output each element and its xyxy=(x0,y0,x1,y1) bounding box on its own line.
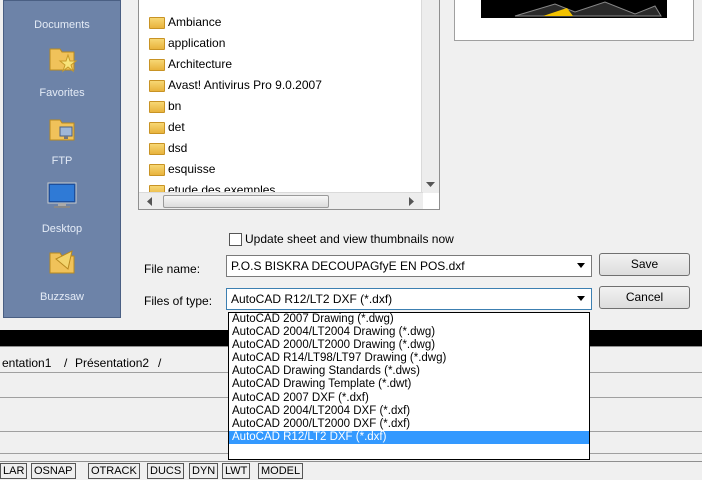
tab-separator: / xyxy=(64,356,68,370)
list-item[interactable]: Architecture xyxy=(149,54,232,74)
file-name: Avast! Antivirus Pro 9.0.2007 xyxy=(168,78,322,92)
tab-presentation2[interactable]: Présentation2 xyxy=(75,356,149,370)
file-type-option[interactable]: AutoCAD 2007 DXF (*.dxf) xyxy=(229,392,589,405)
scroll-left-icon[interactable] xyxy=(147,197,153,206)
folder-icon xyxy=(149,121,165,134)
folder-icon xyxy=(149,79,165,92)
file-type-option-selected[interactable]: AutoCAD R12/LT2 DXF (*.dxf) xyxy=(229,430,589,444)
list-item[interactable]: det xyxy=(149,117,185,137)
place-desktop[interactable]: Desktop xyxy=(4,223,120,235)
status-polar-button[interactable]: LAR xyxy=(0,463,28,479)
place-label: FTP xyxy=(51,155,73,167)
file-type-option[interactable]: AutoCAD 2000/LT2000 DXF (*.dxf) xyxy=(229,418,589,431)
favorites-icon[interactable] xyxy=(46,43,78,75)
save-button[interactable]: Save xyxy=(599,253,690,276)
place-label: Desktop xyxy=(41,223,83,235)
file-name: Ambiance xyxy=(168,15,222,29)
place-favorites[interactable]: Favorites xyxy=(4,87,120,99)
file-type-option[interactable]: AutoCAD 2004/LT2004 DXF (*.dxf) xyxy=(229,405,589,418)
file-list[interactable]: Ambiance application Architecture Avast!… xyxy=(138,0,440,210)
update-thumbnails-checkbox[interactable] xyxy=(229,233,242,246)
tab-separator: / xyxy=(158,356,162,370)
scroll-right-icon[interactable] xyxy=(409,197,415,206)
list-item[interactable]: Ambiance xyxy=(149,12,221,32)
place-label: Favorites xyxy=(39,87,85,99)
place-label: Buzzsaw xyxy=(39,291,85,303)
place-documents[interactable]: Documents xyxy=(4,19,120,31)
chevron-down-icon[interactable] xyxy=(577,296,585,301)
status-lwt-button[interactable]: LWT xyxy=(222,463,251,479)
file-name: dsd xyxy=(168,141,188,155)
buzzsaw-icon[interactable] xyxy=(46,245,78,277)
list-item[interactable]: application xyxy=(149,33,225,53)
files-of-type-select[interactable]: AutoCAD R12/LT2 DXF (*.dxf) xyxy=(226,288,592,310)
files-of-type-label: Files of type: xyxy=(144,294,213,308)
file-type-option[interactable]: AutoCAD 2000/LT2000 Drawing (*.dwg) xyxy=(229,339,589,352)
file-type-option[interactable]: AutoCAD 2004/LT2004 Drawing (*.dwg) xyxy=(229,326,589,339)
update-thumbnails-label: Update sheet and view thumbnails now xyxy=(245,232,454,246)
file-name: bn xyxy=(168,99,182,113)
place-ftp[interactable]: FTP xyxy=(4,155,120,167)
files-of-type-dropdown[interactable]: AutoCAD 2007 Drawing (*.dwg) AutoCAD 200… xyxy=(228,312,590,460)
list-item[interactable]: bn xyxy=(149,96,181,116)
list-item[interactable]: esquisse xyxy=(149,159,215,179)
file-name: esquisse xyxy=(168,162,216,176)
status-otrack-button[interactable]: OTRACK xyxy=(88,463,140,479)
folder-icon xyxy=(149,16,165,29)
file-name: Architecture xyxy=(168,57,233,71)
file-name-input[interactable]: P.O.S BISKRA DECOUPAGfyE EN POS.dxf xyxy=(226,255,592,277)
file-type-option[interactable]: AutoCAD Drawing Standards (*.dws) xyxy=(229,365,589,378)
preview-pane xyxy=(454,0,694,41)
file-type-option[interactable]: AutoCAD 2007 Drawing (*.dwg) xyxy=(229,313,589,326)
file-type-option[interactable]: AutoCAD Drawing Template (*.dwt) xyxy=(229,378,589,391)
folder-icon xyxy=(149,100,165,113)
scroll-thumb[interactable] xyxy=(163,195,329,208)
place-buzzsaw[interactable]: Buzzsaw xyxy=(4,291,120,303)
tab-presentation1[interactable]: entation1 xyxy=(2,356,51,370)
status-osnap-button[interactable]: OSNAP xyxy=(31,463,76,479)
list-item[interactable]: Avast! Antivirus Pro 9.0.2007 xyxy=(149,75,322,95)
status-dyn-button[interactable]: DYN xyxy=(189,463,219,479)
list-item[interactable]: dsd xyxy=(149,138,187,158)
scroll-down-icon[interactable] xyxy=(426,182,435,188)
file-type-option[interactable]: AutoCAD R14/LT98/LT97 Drawing (*.dwg) xyxy=(229,352,589,365)
status-bar: LAR OSNAP OTRACK DUCS DYN LWT MODEL xyxy=(0,461,702,480)
folder-icon xyxy=(149,163,165,176)
folder-icon xyxy=(149,58,165,71)
places-bar: Documents Favorites FTP Desktop Buzzsaw xyxy=(3,0,121,318)
file-name: application xyxy=(168,36,226,50)
files-of-type-value: AutoCAD R12/LT2 DXF (*.dxf) xyxy=(231,292,393,306)
cancel-button[interactable]: Cancel xyxy=(599,286,690,309)
file-name-label: File name: xyxy=(144,262,201,276)
chevron-down-icon[interactable] xyxy=(577,263,585,268)
save-drawing-dialog: Documents Favorites FTP Desktop Buzzsaw … xyxy=(0,0,702,330)
vertical-scrollbar[interactable] xyxy=(421,0,439,193)
folder-icon xyxy=(149,37,165,50)
ftp-icon[interactable] xyxy=(46,112,78,144)
folder-icon xyxy=(149,142,165,155)
status-model-button[interactable]: MODEL xyxy=(258,463,304,479)
file-name-value: P.O.S BISKRA DECOUPAGfyE EN POS.dxf xyxy=(231,259,465,273)
desktop-icon[interactable] xyxy=(46,179,78,211)
status-ducs-button[interactable]: DUCS xyxy=(147,463,185,479)
horizontal-scrollbar[interactable] xyxy=(139,192,423,209)
file-name: det xyxy=(168,120,185,134)
preview-image xyxy=(481,0,667,18)
place-label: Documents xyxy=(34,19,90,31)
